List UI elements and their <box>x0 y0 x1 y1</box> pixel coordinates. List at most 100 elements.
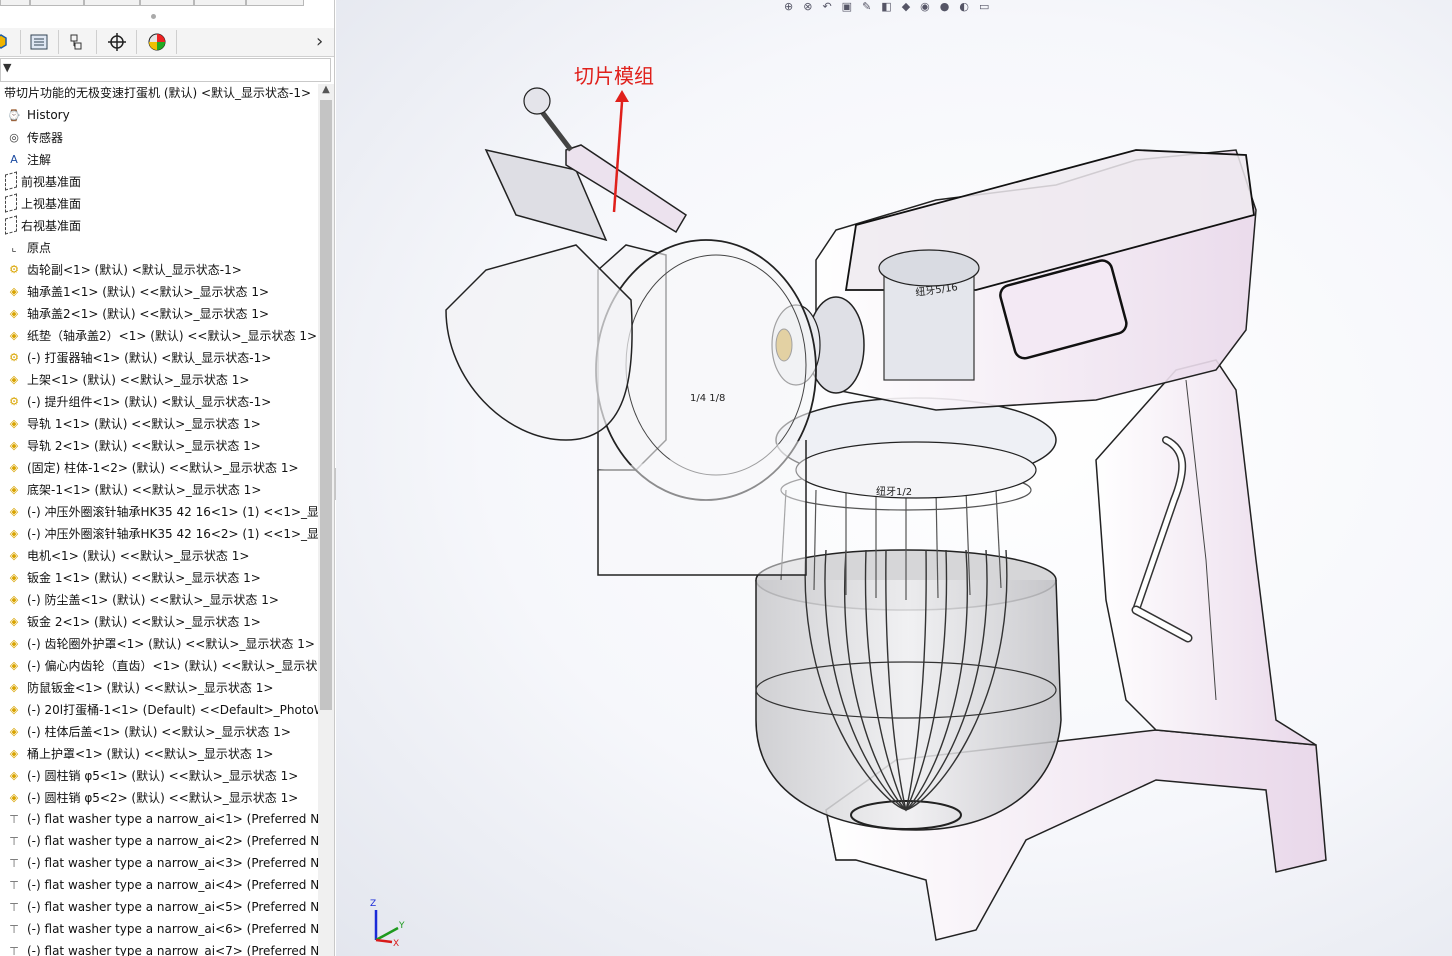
manager-tab-row: › <box>0 28 334 57</box>
tree-item[interactable]: ◈ (-) 冲压外圈滚针轴承HK35 42 16<1> (1) <<1>_显示 <box>0 500 318 522</box>
tree-item[interactable]: ◈ 导轨 1<1> (默认) <<默认>_显示状态 1> <box>0 412 318 434</box>
part-icon: ◈ <box>9 460 19 474</box>
tree-item-label: 导轨 1<1> (默认) <<默认>_显示状态 1> <box>27 416 261 431</box>
tree-item[interactable]: ◈ (-) 圆柱销 φ5<1> (默认) <<默认>_显示状态 1> <box>0 764 318 786</box>
part-icon: ◈ <box>9 702 19 716</box>
tree-item-label: 防鼠钣金<1> (默认) <<默认>_显示状态 1> <box>27 680 274 695</box>
tree-item[interactable]: ◈ 导轨 2<1> (默认) <<默认>_显示状态 1> <box>0 434 318 456</box>
part-icon: ◈ <box>9 636 19 650</box>
document-tab[interactable] <box>140 0 194 6</box>
part-icon: ◈ <box>9 790 19 804</box>
part-icon: ◈ <box>9 306 19 320</box>
tree-item[interactable]: A 注解 <box>0 148 318 170</box>
tree-item-label: (-) 冲压外圈滚针轴承HK35 42 16<2> (1) <<1>_显示 <box>27 526 318 541</box>
tree-item-label: (-) flat washer type a narrow_ai<6> (Pre… <box>27 922 318 936</box>
part-icon: ◈ <box>9 614 19 628</box>
tree-item[interactable]: ◈ 纸垫（轴承盖2）<1> (默认) <<默认>_显示状态 1> <box>0 324 318 346</box>
tree-item-label: History <box>27 108 70 122</box>
tree-item-label: (-) flat washer type a narrow_ai<1> (Pre… <box>27 812 318 826</box>
panel-grip[interactable] <box>151 14 156 19</box>
tree-item-label: 导轨 2<1> (默认) <<默认>_显示状态 1> <box>27 438 261 453</box>
tree-filter-input[interactable]: ▼ <box>0 58 331 82</box>
scroll-up-icon[interactable]: ▲ <box>318 84 334 100</box>
tree-item[interactable]: ⚙ (-) 打蛋器轴<1> (默认) <默认_显示状态-1> <box>0 346 318 368</box>
sensor-icon: ◎ <box>9 130 19 144</box>
tree-item[interactable]: ◈ 电机<1> (默认) <<默认>_显示状态 1> <box>0 544 318 566</box>
tree-item[interactable]: ⊤ (-) flat washer type a narrow_ai<3> (Pr… <box>0 852 318 874</box>
tree-item[interactable]: ◈ (-) 圆柱销 φ5<2> (默认) <<默认>_显示状态 1> <box>0 786 318 808</box>
toolbox-part-icon: ⊤ <box>9 856 19 870</box>
tree-item[interactable]: ◈ 钣金 1<1> (默认) <<默认>_显示状态 1> <box>0 566 318 588</box>
tree-item[interactable]: ◈ 上架<1> (默认) <<默认>_显示状态 1> <box>0 368 318 390</box>
model-label: 1/4 1/8 <box>690 393 725 404</box>
document-tab[interactable] <box>0 0 30 6</box>
tree-item[interactable]: ⊤ (-) flat washer type a narrow_ai<2> (Pr… <box>0 830 318 852</box>
tree-item-label: 前视基准面 <box>21 174 82 189</box>
tree-item[interactable]: ◈ (-) 柱体后盖<1> (默认) <<默认>_显示状态 1> <box>0 720 318 742</box>
tree-item[interactable]: ⊤ (-) flat washer type a narrow_ai<5> (Pr… <box>0 896 318 918</box>
tree-item[interactable]: ◈ (-) 20l打蛋桶-1<1> (Default) <<Default>_Ph… <box>0 698 318 720</box>
tree-item[interactable]: ⚙ 齿轮副<1> (默认) <默认_显示状态-1> <box>0 258 318 280</box>
coordinate-triad-icon: Z Y X <box>370 899 405 949</box>
feature-manager-icon[interactable] <box>0 30 21 54</box>
tree-item[interactable]: 上视基准面 <box>0 192 318 214</box>
triad-z-label: Z <box>370 899 376 909</box>
tree-item[interactable]: ◈ 底架-1<1> (默认) <<默认>_显示状态 1> <box>0 478 318 500</box>
tree-item[interactable]: ⊤ (-) flat washer type a narrow_ai<6> (Pr… <box>0 918 318 940</box>
document-tab[interactable] <box>246 0 304 6</box>
part-icon: ◈ <box>9 548 19 562</box>
toolbox-part-icon: ⊤ <box>9 812 19 826</box>
tree-item-label: 底架-1<1> (默认) <<默认>_显示状态 1> <box>27 482 262 497</box>
toolbox-part-icon: ⊤ <box>9 922 19 936</box>
display-manager-icon[interactable] <box>138 30 177 54</box>
plane-icon <box>5 193 17 213</box>
tree-item[interactable]: ◈ (-) 冲压外圈滚针轴承HK35 42 16<2> (1) <<1>_显示 <box>0 522 318 544</box>
collapse-panel-icon[interactable]: › <box>316 31 323 52</box>
document-tab[interactable] <box>84 0 140 6</box>
tree-item-label: 齿轮副<1> (默认) <默认_显示状态-1> <box>27 262 242 277</box>
tree-item-label: 原点 <box>27 240 52 255</box>
tree-item-label: 注解 <box>27 152 52 167</box>
dimxpert-manager-icon[interactable] <box>98 30 137 54</box>
tree-item-label: 传感器 <box>27 130 64 145</box>
configuration-manager-icon[interactable] <box>58 30 97 54</box>
tree-item[interactable]: ⌞ 原点 <box>0 236 318 258</box>
document-tab[interactable] <box>194 0 246 6</box>
assembly-icon: ⚙ <box>9 262 19 276</box>
tree-item[interactable]: ⌚ History <box>0 104 318 126</box>
triad-x-label: X <box>393 939 399 949</box>
tree-item[interactable]: ◈ (-) 齿轮圈外护罩<1> (默认) <<默认>_显示状态 1> <box>0 632 318 654</box>
tree-item-label: 上架<1> (默认) <<默认>_显示状态 1> <box>27 372 250 387</box>
document-tab[interactable] <box>30 0 84 6</box>
tree-item-label: 桶上护罩<1> (默认) <<默认>_显示状态 1> <box>27 746 274 761</box>
toolbox-part-icon: ⊤ <box>9 878 19 892</box>
tree-item[interactable]: ⚙ (-) 提升组件<1> (默认) <默认_显示状态-1> <box>0 390 318 412</box>
tree-item[interactable]: ◈ 轴承盖2<1> (默认) <<默认>_显示状态 1> <box>0 302 318 324</box>
part-icon: ◈ <box>9 768 19 782</box>
filter-dropdown-icon[interactable]: ▼ <box>3 61 11 74</box>
tree-item[interactable]: ◈ (固定) 柱体-1<2> (默认) <<默认>_显示状态 1> <box>0 456 318 478</box>
tree-scrollbar-thumb[interactable] <box>320 100 332 710</box>
tree-item-label: (-) flat washer type a narrow_ai<3> (Pre… <box>27 856 318 870</box>
tree-item[interactable]: 前视基准面 <box>0 170 318 192</box>
tree-item[interactable]: ◎ 传感器 <box>0 126 318 148</box>
history-icon: ⌚ <box>7 108 21 122</box>
tree-item-label: (-) flat washer type a narrow_ai<7> (Pre… <box>27 944 318 956</box>
tree-item-label: 纸垫（轴承盖2）<1> (默认) <<默认>_显示状态 1> <box>27 328 318 343</box>
property-manager-icon[interactable] <box>20 30 59 54</box>
tree-item[interactable]: ◈ (-) 偏心内齿轮（直齿）<1> (默认) <<默认>_显示状态 <box>0 654 318 676</box>
assembly-icon: ⚙ <box>9 350 19 364</box>
tree-item[interactable]: ◈ 轴承盖1<1> (默认) <<默认>_显示状态 1> <box>0 280 318 302</box>
tree-item[interactable]: ◈ 钣金 2<1> (默认) <<默认>_显示状态 1> <box>0 610 318 632</box>
tree-item[interactable]: 右视基准面 <box>0 214 318 236</box>
tree-item[interactable]: ◈ 桶上护罩<1> (默认) <<默认>_显示状态 1> <box>0 742 318 764</box>
model-label: 纽牙1/2 <box>876 485 912 498</box>
tree-item[interactable]: ◈ 防鼠钣金<1> (默认) <<默认>_显示状态 1> <box>0 676 318 698</box>
graphics-viewport[interactable]: ⊕ ⊗ ↶ ▣ ✎ ◧ ◆ ◉ ● ◐ ▭ 纽牙5/16 1/4 1/8 纽牙1… <box>336 0 1452 956</box>
tree-item-label: (-) flat washer type a narrow_ai<5> (Pre… <box>27 900 318 914</box>
tree-item[interactable]: ⊤ (-) flat washer type a narrow_ai<4> (Pr… <box>0 874 318 896</box>
tree-item[interactable]: ⊤ (-) flat washer type a narrow_ai<7> (Pr… <box>0 940 318 956</box>
tree-item[interactable]: ◈ (-) 防尘盖<1> (默认) <<默认>_显示状态 1> <box>0 588 318 610</box>
plane-icon <box>5 215 17 235</box>
tree-item[interactable]: ⊤ (-) flat washer type a narrow_ai<1> (Pr… <box>0 808 318 830</box>
